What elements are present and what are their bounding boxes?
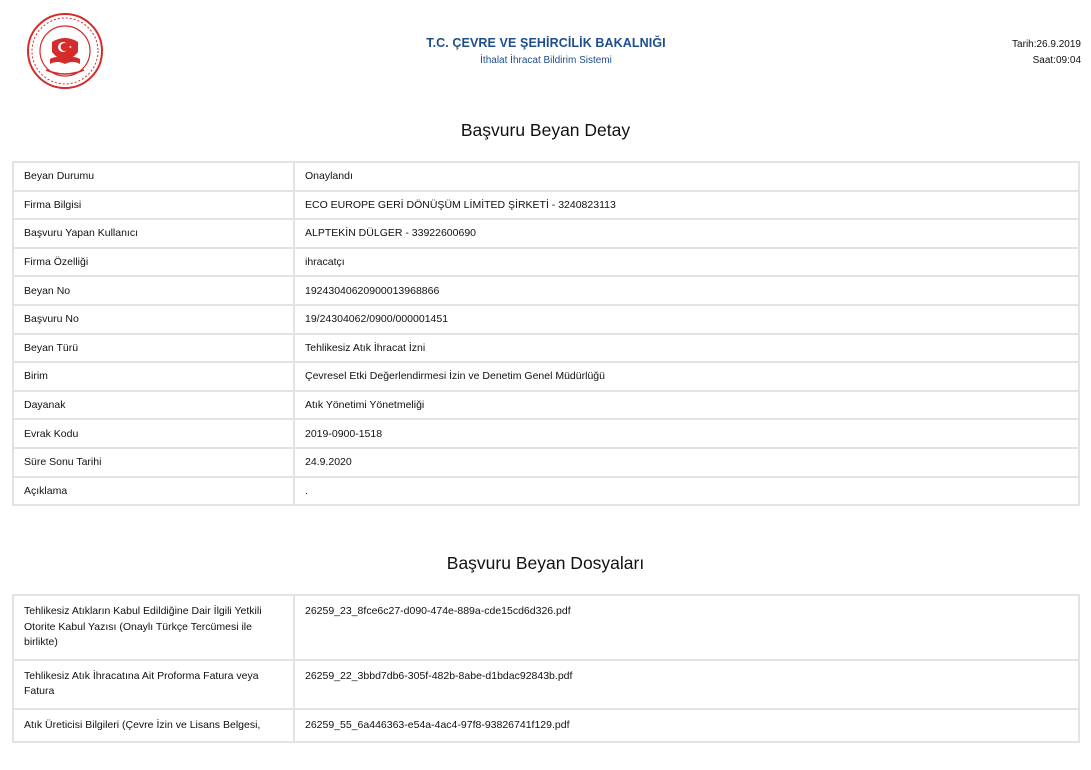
row-label: Beyan Durumu <box>12 161 295 192</box>
row-label: Başvuru Yapan Kullanıcı <box>12 218 295 249</box>
row-label: Dayanak <box>12 389 295 421</box>
file-type-label: Atık Üreticisi Bilgileri (Çevre İzin ve … <box>12 707 295 743</box>
row-value: 2019-0900-1518 <box>293 418 1080 449</box>
row-value: ECO EUROPE GERİ DÖNÜŞÜM LİMİTED ŞİRKETİ … <box>293 189 1080 221</box>
row-label: Süre Sonu Tarihi <box>12 446 295 478</box>
table-row: Başvuru Yapan Kullanıcı ALPTEKİN DÜLGER -… <box>12 218 1080 249</box>
table-row: Başvuru No 19/24304062/0900/000001451 <box>12 303 1080 335</box>
table-row: Süre Sonu Tarihi 24.9.2020 <box>12 446 1080 478</box>
table-row: Dayanak Atık Yönetimi Yönetmeliği <box>12 389 1080 421</box>
ministry-seal-icon <box>26 12 104 90</box>
row-label: Açıklama <box>12 475 295 507</box>
files-table: Tehlikesiz Atıkların Kabul Edildiğine Da… <box>12 594 1080 743</box>
file-name[interactable]: 26259_55_6a446363-e54a-4ac4-97f8-9382674… <box>293 707 1080 743</box>
row-value: Onaylandı <box>293 161 1080 192</box>
system-name: İthalat İhracat Bildirim Sistemi <box>480 55 612 66</box>
table-row: Tehlikesiz Atıkların Kabul Edildiğine Da… <box>12 594 1080 661</box>
row-label: Beyan No <box>12 275 295 306</box>
print-time: Saat:09:04 <box>1032 55 1081 66</box>
table-row: Firma Bilgisi ECO EUROPE GERİ DÖNÜŞÜM LİM… <box>12 189 1080 221</box>
file-type-label: Tehlikesiz Atıkların Kabul Edildiğine Da… <box>12 594 295 661</box>
file-type-label: Tehlikesiz Atık İhracatına Ait Proforma … <box>12 658 295 710</box>
row-value: . <box>293 475 1080 507</box>
row-label: Firma Bilgisi <box>12 189 295 221</box>
date-time: Tarih:26.9.2019 Saat:09:04 <box>1012 37 1081 69</box>
ministry-name: T.C. ÇEVRE VE ŞEHİRCİLİK BAKALNIĞI <box>426 36 666 50</box>
table-row: Tehlikesiz Atık İhracatına Ait Proforma … <box>12 658 1080 710</box>
table-row: Açıklama. <box>12 475 1080 507</box>
row-value: ALPTEKİN DÜLGER - 33922600690 <box>293 218 1080 249</box>
row-value: ihracatçı <box>293 246 1080 278</box>
file-name[interactable]: 26259_23_8fce6c27-d090-474e-889a-cde15cd… <box>293 594 1080 661</box>
detail-table: Beyan Durumu Onaylandı Firma Bilgisi ECO E… <box>12 161 1080 507</box>
print-date: Tarih:26.9.2019 <box>1012 39 1081 50</box>
row-label: Firma Özelliği <box>12 246 295 278</box>
row-value: Atık Yönetimi Yönetmeliği <box>293 389 1080 421</box>
row-value: Tehlikesiz Atık İhracat İzni <box>293 332 1080 364</box>
table-row: Birim Çevresel Etki Değerlendirmesi İzin … <box>12 361 1080 392</box>
table-row: Beyan Türü Tehlikesiz Atık İhracat İzni <box>12 332 1080 364</box>
row-value: 19243040620900013968866 <box>293 275 1080 306</box>
table-row: Beyan No 19243040620900013968866 <box>12 275 1080 306</box>
table-row: Atık Üreticisi Bilgileri (Çevre İzin ve … <box>12 707 1080 743</box>
row-value: 24.9.2020 <box>293 446 1080 478</box>
row-label: Başvuru No <box>12 303 295 335</box>
table-row: Beyan Durumu Onaylandı <box>12 161 1080 192</box>
row-label: Birim <box>12 361 295 392</box>
row-label: Beyan Türü <box>12 332 295 364</box>
page-header: T.C. ÇEVRE VE ŞEHİRCİLİK BAKALNIĞI İthal… <box>340 36 752 66</box>
table-row: Firma Özelliği ihracatçı <box>12 246 1080 278</box>
table-row: Evrak Kodu 2019-0900-1518 <box>12 418 1080 449</box>
files-section-title: Başvuru Beyan Dosyaları <box>446 553 645 573</box>
file-name[interactable]: 26259_22_3bbd7db6-305f-482b-8abe-d1bdac9… <box>293 658 1080 710</box>
row-label: Evrak Kodu <box>12 418 295 449</box>
row-value: Çevresel Etki Değerlendirmesi İzin ve De… <box>293 361 1080 392</box>
detail-section-title: Başvuru Beyan Detay <box>460 120 631 140</box>
row-value: 19/24304062/0900/000001451 <box>293 303 1080 335</box>
